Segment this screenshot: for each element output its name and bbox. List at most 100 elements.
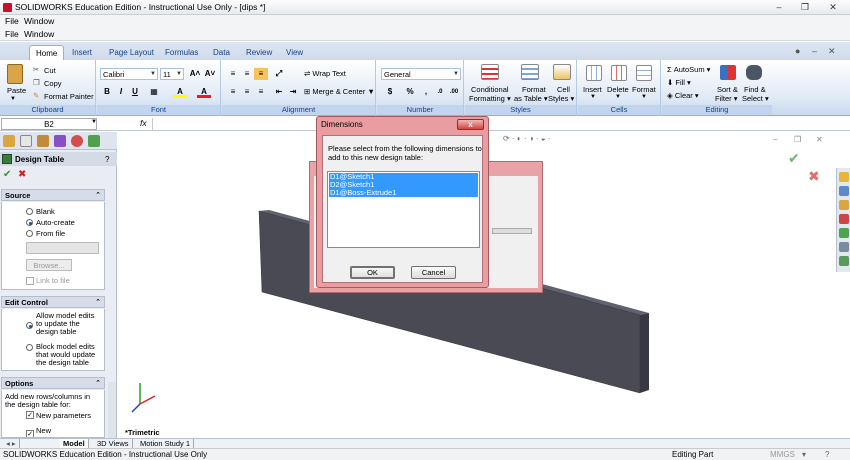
feature-manager-tab-icon[interactable] — [3, 135, 15, 147]
new-configurations-checkbox[interactable]: ✓ — [26, 430, 34, 437]
dialog-close-button[interactable]: x — [457, 119, 484, 130]
allow-model-edits-radio[interactable] — [26, 322, 33, 329]
dimension-list[interactable]: D1@Sketch1 D2@Sketch1 D1@Boss-Extrude1 — [327, 171, 480, 248]
link-to-file-checkbox[interactable] — [26, 277, 34, 285]
dimxpert-tab-icon[interactable] — [54, 135, 66, 147]
font-color-button[interactable]: A — [197, 86, 211, 98]
name-box-dropdown-icon[interactable]: ▼ — [91, 119, 97, 125]
graphics-close-icon[interactable]: ✕ — [816, 135, 823, 144]
name-box[interactable]: B2 — [1, 118, 97, 130]
file-path-field[interactable] — [26, 242, 99, 254]
ribbon-minimize-icon[interactable]: – — [812, 46, 817, 56]
align-center-icon[interactable]: ≡ — [240, 86, 254, 98]
font-size-select[interactable]: 11 ▼ — [160, 68, 184, 80]
formula-input[interactable] — [152, 118, 312, 130]
section-source-header[interactable]: Source ⌃ — [1, 189, 105, 201]
autosum-button[interactable]: Σ AutoSum ▾ — [667, 65, 710, 74]
tab-formulas[interactable]: Formulas — [159, 45, 204, 60]
sort-filter-label-2[interactable]: Filter ▾ — [715, 94, 738, 103]
solidworks-forum-icon[interactable] — [839, 256, 849, 266]
binoculars-icon[interactable] — [746, 65, 762, 80]
grow-font-button[interactable]: A˄ — [188, 68, 202, 80]
format-as-table-label-1[interactable]: Format — [522, 85, 546, 94]
orientation-icon[interactable]: ⤢ — [272, 68, 286, 80]
conditional-formatting-label-1[interactable]: Conditional — [471, 85, 509, 94]
fill-color-button[interactable]: A — [173, 86, 187, 98]
auto-create-radio[interactable] — [26, 219, 33, 226]
conditional-formatting-label-2[interactable]: Formatting ▾ — [469, 94, 511, 103]
menu-file-excel[interactable]: File — [5, 29, 19, 39]
insert-dropdown-icon[interactable]: ▼ — [590, 94, 596, 100]
format-as-table-label-2[interactable]: as Table ▾ — [514, 94, 548, 103]
align-middle-icon[interactable]: ≡ — [240, 68, 254, 80]
tab-page-layout[interactable]: Page Layout — [103, 45, 160, 60]
view-palette-icon[interactable] — [839, 214, 849, 224]
menu-window[interactable]: Window — [24, 16, 54, 26]
tab-view[interactable]: View — [280, 45, 309, 60]
cancel-button[interactable]: Cancel — [411, 266, 456, 279]
browse-button[interactable]: Browse... — [26, 259, 72, 271]
delete-cells-button[interactable]: Delete — [607, 85, 629, 94]
find-select-label-2[interactable]: Select ▾ — [742, 94, 769, 103]
confirm-corner-cancel-icon[interactable]: ✖ — [808, 168, 820, 185]
close-window-button[interactable]: ✕ — [826, 1, 840, 13]
section-options-header[interactable]: Options ⌃ — [1, 377, 105, 389]
status-rebuild-icon[interactable]: ▾ — [802, 449, 806, 460]
home-icon[interactable] — [839, 172, 849, 182]
tab-review[interactable]: Review — [240, 45, 278, 60]
delete-cells-icon[interactable] — [611, 65, 627, 81]
decrease-decimal-icon[interactable]: .00 — [447, 86, 461, 98]
sort-filter-icon[interactable] — [720, 65, 736, 80]
appearance-tab-icon[interactable] — [88, 135, 100, 147]
tab-data[interactable]: Data — [207, 45, 236, 60]
custom-properties-icon[interactable] — [839, 242, 849, 252]
format-cells-icon[interactable] — [636, 65, 652, 81]
merge-center-button[interactable]: ⊞ Merge & Center ▼ — [304, 87, 375, 96]
blank-radio[interactable] — [26, 208, 33, 215]
file-explorer-icon[interactable] — [839, 200, 849, 210]
insert-function-icon[interactable]: fx — [140, 118, 147, 128]
paste-icon[interactable] — [7, 64, 23, 84]
cell-styles-label-2[interactable]: Styles ▾ — [548, 94, 574, 103]
wrap-text-button[interactable]: ⇌ Wrap Text — [304, 69, 346, 78]
format-dropdown-icon[interactable]: ▼ — [641, 94, 647, 100]
status-help-icon[interactable]: ? — [825, 449, 829, 460]
delete-dropdown-icon[interactable]: ▼ — [615, 94, 621, 100]
heads-up-toolbar[interactable]: ⟳ · ◐ · ◑ · ◒ · — [503, 134, 550, 143]
cell-styles-icon[interactable] — [553, 64, 571, 80]
from-file-radio[interactable] — [26, 230, 33, 237]
shrink-font-button[interactable]: A˅ — [203, 68, 217, 80]
sort-filter-label-1[interactable]: Sort & — [717, 85, 738, 94]
clear-button[interactable]: ◈ Clear ▾ — [667, 91, 699, 100]
configuration-manager-tab-icon[interactable] — [37, 135, 49, 147]
increase-decimal-icon[interactable]: .0 — [433, 86, 447, 98]
borders-icon[interactable]: ▦ — [147, 86, 161, 98]
new-parameters-checkbox[interactable]: ✓ — [26, 411, 34, 419]
menu-file[interactable]: File — [5, 16, 19, 26]
status-units[interactable]: MMGS — [770, 449, 795, 460]
align-bottom-icon[interactable]: ≡ — [254, 68, 268, 80]
fill-button[interactable]: ⬇ Fill ▾ — [667, 78, 691, 87]
comma-button[interactable]: , — [419, 86, 433, 98]
conditional-formatting-icon[interactable] — [481, 64, 499, 80]
insert-cells-button[interactable]: Insert — [583, 85, 602, 94]
italic-button[interactable]: I — [114, 86, 128, 98]
font-name-select[interactable]: Calibri ▼ — [100, 68, 158, 80]
increase-indent-icon[interactable]: ⇥ — [286, 86, 300, 98]
number-format-select[interactable]: General ▼ — [381, 68, 461, 80]
format-as-table-icon[interactable] — [521, 64, 539, 80]
graphics-minimize-icon[interactable]: – — [773, 135, 777, 144]
insert-cells-icon[interactable] — [586, 65, 602, 81]
tab-home[interactable]: Home — [29, 45, 65, 60]
decrease-indent-icon[interactable]: ⇤ — [272, 86, 286, 98]
property-manager-tab-icon[interactable] — [20, 135, 32, 147]
cancel-x-icon[interactable]: ✖ — [18, 169, 26, 180]
paste-label[interactable]: Paste — [7, 86, 26, 95]
section-edit-control-header[interactable]: Edit Control ⌃ — [1, 296, 105, 308]
confirm-corner-ok-icon[interactable]: ✔ — [788, 150, 800, 167]
find-select-label-1[interactable]: Find & — [744, 85, 766, 94]
align-top-icon[interactable]: ≡ — [226, 68, 240, 80]
ribbon-close-icon[interactable]: ✕ — [828, 46, 836, 57]
list-item[interactable]: D1@Boss-Extrude1 — [329, 189, 478, 197]
format-painter-button[interactable]: Format Painter — [44, 92, 94, 101]
